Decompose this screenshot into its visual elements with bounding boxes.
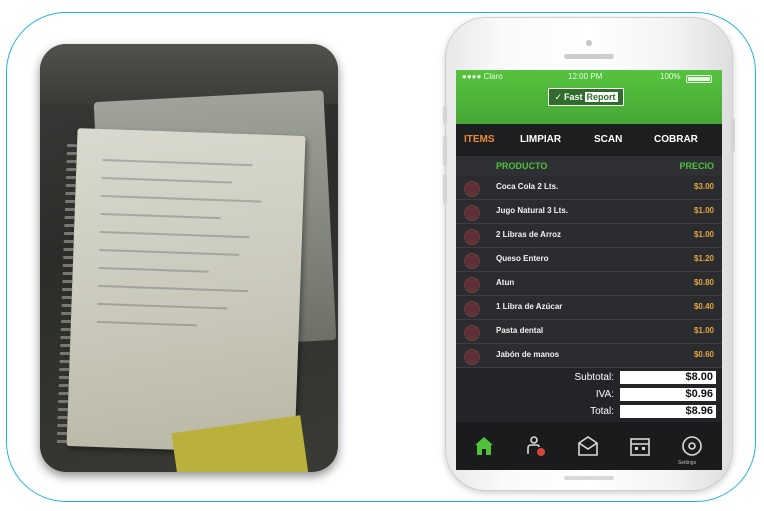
clock: 12:00 PM bbox=[568, 72, 603, 81]
volume-up-button bbox=[443, 136, 447, 166]
delete-item-icon[interactable] bbox=[464, 325, 480, 341]
iva-value: $0.96 bbox=[620, 388, 716, 401]
item-name: Coca Cola 2 Lts. bbox=[496, 182, 559, 191]
iva-row: IVA: $0.96 bbox=[456, 387, 722, 403]
battery-percent: 100% bbox=[660, 72, 681, 81]
item-price: $1.00 bbox=[693, 326, 714, 335]
logo-word-report: Report bbox=[584, 92, 618, 102]
item-name: Atun bbox=[496, 278, 515, 287]
status-bar: ●●●● Claro 12:00 PM 100% bbox=[456, 72, 722, 84]
battery-icon bbox=[686, 75, 712, 83]
delete-item-icon[interactable] bbox=[464, 301, 480, 317]
item-price: $0.80 bbox=[693, 278, 714, 287]
item-price: $3.00 bbox=[693, 182, 714, 191]
speaker bbox=[564, 54, 614, 59]
total-value: $8.96 bbox=[620, 405, 716, 418]
iva-label: IVA: bbox=[595, 389, 614, 400]
column-header: PRODUCTO PRECIO bbox=[456, 156, 722, 176]
item-name: 1 Libra de Azúcar bbox=[496, 302, 563, 311]
tab-scan[interactable]: SCAN bbox=[594, 134, 622, 145]
item-price: $1.00 bbox=[693, 230, 714, 239]
tab-limpiar[interactable]: LIMPIAR bbox=[520, 134, 561, 145]
column-product: PRODUCTO bbox=[496, 161, 548, 171]
carrier: ●●●● Claro bbox=[462, 72, 503, 81]
list-item[interactable]: Atun $0.80 bbox=[456, 272, 722, 296]
delete-item-icon[interactable] bbox=[464, 205, 480, 221]
list-item[interactable]: Jabón de manos $0.60 bbox=[456, 344, 722, 368]
item-name: Queso Entero bbox=[496, 254, 549, 263]
item-price: $1.00 bbox=[693, 206, 714, 215]
item-name: Jugo Natural 3 Lts. bbox=[496, 206, 569, 215]
item-name: Jabón de manos bbox=[496, 350, 560, 359]
item-name: Pasta dental bbox=[496, 326, 544, 335]
app-header: ●●●● Claro 12:00 PM 100% ✓ Fast Report bbox=[456, 70, 722, 124]
tab-cobrar[interactable]: COBRAR bbox=[654, 134, 698, 145]
camera-dot bbox=[586, 40, 592, 46]
bottom-nav: Settings bbox=[456, 422, 722, 470]
app-screen: ●●●● Claro 12:00 PM 100% ✓ Fast Report ITE… bbox=[456, 70, 722, 470]
add-user-icon[interactable] bbox=[524, 434, 548, 458]
logo-word-fast: Fast bbox=[564, 92, 583, 102]
delete-item-icon[interactable] bbox=[464, 349, 480, 365]
check-icon: ✓ bbox=[554, 92, 563, 102]
mute-button bbox=[443, 106, 447, 124]
home-icon[interactable] bbox=[472, 434, 496, 458]
item-price: $0.60 bbox=[693, 350, 714, 359]
settings-icon[interactable] bbox=[680, 434, 704, 458]
item-price: $1.20 bbox=[693, 254, 714, 263]
delete-item-icon[interactable] bbox=[464, 253, 480, 269]
volume-down-button bbox=[443, 174, 447, 204]
handwritten-list bbox=[66, 128, 306, 454]
delete-item-icon[interactable] bbox=[464, 277, 480, 293]
total-label: Total: bbox=[590, 406, 614, 417]
notebook-photo bbox=[40, 44, 338, 472]
delete-item-icon[interactable] bbox=[464, 229, 480, 245]
list-item[interactable]: 2 Libras de Arroz $1.00 bbox=[456, 224, 722, 248]
power-button bbox=[731, 118, 735, 152]
list-item[interactable]: Coca Cola 2 Lts. $3.00 bbox=[456, 176, 722, 200]
totals-panel: Subtotal: $8.00 IVA: $0.96 Total: $8.96 bbox=[456, 368, 722, 422]
total-row: Total: $8.96 bbox=[456, 404, 722, 420]
list-item[interactable]: Pasta dental $1.00 bbox=[456, 320, 722, 344]
subtotal-row: Subtotal: $8.00 bbox=[456, 370, 722, 386]
settings-label: Settings bbox=[678, 460, 697, 466]
column-price: PRECIO bbox=[679, 161, 714, 171]
delete-item-icon[interactable] bbox=[464, 181, 480, 197]
item-price: $0.40 bbox=[693, 302, 714, 311]
list-item[interactable]: 1 Libra de Azúcar $0.40 bbox=[456, 296, 722, 320]
item-name: 2 Libras de Arroz bbox=[496, 230, 562, 239]
envelope-icon[interactable] bbox=[576, 434, 600, 458]
home-indicator bbox=[564, 476, 614, 480]
app-logo: ✓ Fast Report bbox=[548, 88, 624, 106]
subtotal-value: $8.00 bbox=[620, 371, 716, 384]
phone-mockup: ●●●● Claro 12:00 PM 100% ✓ Fast Report ITE… bbox=[443, 18, 735, 490]
subtotal-label: Subtotal: bbox=[574, 372, 614, 383]
tab-items[interactable]: ITEMS bbox=[464, 134, 495, 145]
tab-bar: ITEMS LIMPIAR SCAN COBRAR bbox=[456, 124, 722, 156]
list-item[interactable]: Queso Entero $1.20 bbox=[456, 248, 722, 272]
calendar-icon[interactable] bbox=[628, 434, 652, 458]
list-item[interactable]: Jugo Natural 3 Lts. $1.00 bbox=[456, 200, 722, 224]
